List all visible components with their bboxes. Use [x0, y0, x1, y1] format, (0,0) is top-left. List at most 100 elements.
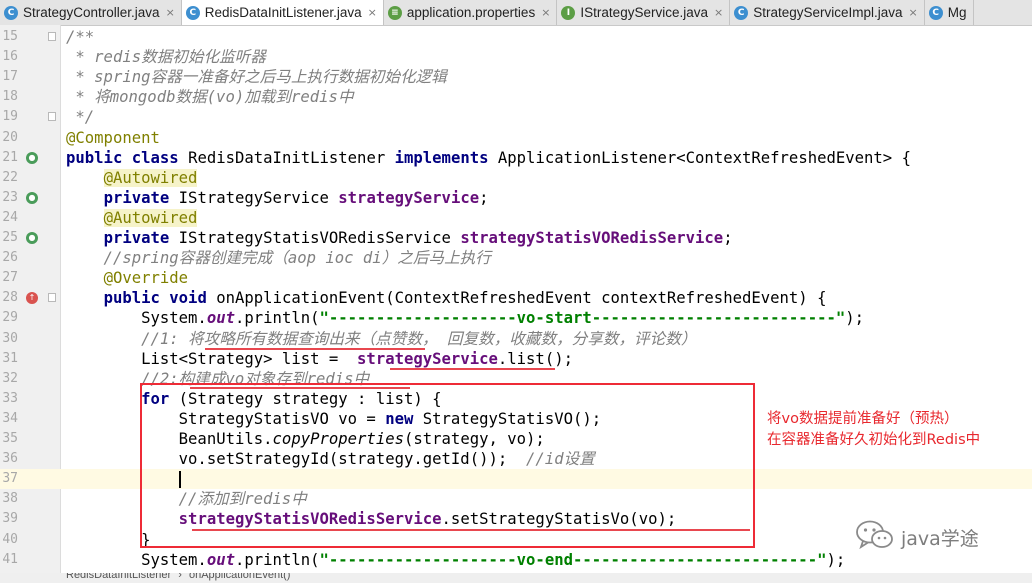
class-c-icon: C — [4, 5, 18, 20]
fold-toggle-icon[interactable] — [48, 293, 56, 303]
tab-3[interactable]: I IStrategyService.java × — [557, 0, 731, 25]
underline-service-call — [390, 368, 555, 370]
close-icon[interactable]: × — [541, 6, 550, 19]
line-number: 25 — [2, 230, 18, 245]
code-text: //1: 将攻略所有数据查询出来（点赞数， 回复数，收藏数，分享数，评论数） — [66, 329, 696, 349]
fold-toggle-icon[interactable] — [48, 112, 56, 122]
tab-0[interactable]: C StrategyController.java × — [0, 0, 182, 25]
spring-bean-icon[interactable]: ● — [26, 151, 38, 164]
code-token: RedisDataInitListener — [188, 148, 395, 167]
code-text: System.out.println("--------------------… — [66, 550, 845, 570]
code-text: List<Strategy> list = strategyService.li… — [66, 349, 573, 369]
close-icon[interactable]: × — [714, 6, 723, 19]
code-line[interactable]: 29 System.out.println("-----------------… — [0, 308, 1032, 328]
code-token: */ — [66, 108, 95, 127]
code-token: ApplicationListener<ContextRefreshedEven… — [497, 148, 911, 167]
code-token: @Autowired — [103, 168, 198, 187]
tab-label: Mg — [947, 5, 967, 20]
code-line[interactable]: 18 * 将mongodb数据(vo)加载到redis中 — [0, 87, 1032, 107]
line-number: 16 — [2, 49, 18, 65]
line-number: 27 — [2, 270, 18, 286]
line-number: 30 — [2, 330, 18, 346]
code-text: //spring容器创建完成（aop ioc di）之后马上执行 — [66, 248, 491, 268]
code-token: implements — [394, 148, 498, 167]
editor-tab-bar: C StrategyController.java × C RedisDataInitL… — [0, 0, 1032, 26]
code-line[interactable]: 19 */ — [0, 107, 1032, 127]
code-token: .list(); — [497, 349, 573, 368]
code-line[interactable]: 21 ● public class RedisDataInitListener im… — [0, 148, 1032, 168]
breadcrumb-method[interactable]: onApplicationEvent() — [189, 573, 291, 581]
code-token: /** — [66, 28, 95, 46]
code-token: @Component — [66, 128, 160, 147]
code-token: "--------------------vo-start-----------… — [319, 309, 846, 328]
line-number: 34 — [2, 410, 18, 426]
code-token: IStrategyService — [178, 188, 339, 207]
code-token: "--------------------vo-end-------------… — [319, 550, 827, 569]
code-text: @Autowired — [66, 208, 198, 228]
code-text: public class RedisDataInitListener imple… — [66, 148, 911, 168]
code-token: //1: 将攻略所有数据查询出来（点赞数， 回复数，收藏数，分享数，评论数） — [66, 329, 697, 348]
watermark: java学途 — [855, 519, 979, 555]
properties-file-icon: ≡ — [387, 5, 402, 20]
line-number: 15 — [2, 29, 18, 44]
code-line[interactable]: 28 ↑ public void onApplicationEvent(Conte… — [0, 288, 1032, 308]
code-line[interactable]: 20 @Component — [0, 128, 1032, 148]
code-token: ; — [723, 229, 733, 247]
breadcrumb-class[interactable]: RedisDataInitListener — [66, 573, 171, 581]
close-icon[interactable]: × — [909, 6, 918, 19]
tab-label: StrategyServiceImpl.java — [753, 5, 903, 20]
close-icon[interactable]: × — [166, 6, 175, 19]
code-token: List<Strategy> list = — [66, 349, 348, 368]
code-line[interactable]: 16 * redis数据初始化监听器 — [0, 47, 1032, 67]
tab-2[interactable]: ≡ application.properties × — [384, 0, 558, 25]
line-number: 28 — [2, 290, 18, 306]
close-icon[interactable]: × — [368, 6, 377, 19]
line-number: 41 — [2, 551, 18, 567]
line-number: 31 — [2, 350, 18, 366]
code-token: out — [206, 550, 235, 569]
code-line[interactable]: 30 //1: 将攻略所有数据查询出来（点赞数， 回复数，收藏数，分享数，评论数… — [0, 329, 1032, 349]
code-line[interactable]: 25 ● private IStrategyStatisVORedisServic… — [0, 228, 1032, 248]
code-token: .println( — [235, 550, 320, 569]
code-line[interactable]: 23 ● private IStrategyService strategySer… — [0, 188, 1032, 208]
code-line[interactable]: 26 //spring容器创建完成（aop ioc di）之后马上执行 — [0, 248, 1032, 268]
code-token: public class — [66, 148, 189, 167]
breadcrumb: RedisDataInitListener › onApplicationEve… — [0, 573, 1032, 583]
highlight-box — [140, 383, 755, 548]
code-line[interactable]: 24 @Autowired — [0, 208, 1032, 228]
override-method-icon[interactable]: ↑ — [26, 292, 38, 305]
code-token: * redis数据初始化监听器 — [66, 48, 266, 67]
code-token: ); — [826, 550, 846, 569]
line-number: 24 — [2, 209, 18, 225]
code-text: } — [66, 530, 150, 550]
code-text: private IStrategyStatisVORedisService st… — [66, 228, 733, 248]
tab-1[interactable]: C RedisDataInitListener.java × — [181, 0, 384, 25]
code-token: System. — [66, 550, 207, 569]
code-text: @Override — [66, 268, 189, 288]
line-number: 32 — [2, 370, 18, 386]
autowired-bean-icon[interactable]: ● — [26, 191, 38, 204]
line-number: 35 — [2, 431, 18, 446]
wechat-icon — [855, 519, 895, 555]
code-token: ); — [845, 309, 865, 328]
code-text: System.out.println("--------------------… — [66, 308, 864, 328]
code-text: public void onApplicationEvent(ContextRe… — [66, 288, 827, 308]
code-line[interactable]: 15 /** — [0, 27, 1032, 47]
tab-5[interactable]: C Mg — [925, 0, 974, 25]
code-text: * 将mongodb数据(vo)加载到redis中 — [66, 87, 353, 107]
line-number: 33 — [2, 390, 18, 406]
code-line[interactable]: 22 @Autowired — [0, 168, 1032, 188]
code-line[interactable]: 27 @Override — [0, 268, 1032, 288]
code-line[interactable]: 17 * spring容器一准备好之后马上执行数据初始化逻辑 — [0, 67, 1032, 87]
autowired-bean-icon[interactable]: ● — [26, 232, 38, 244]
fold-toggle-icon[interactable] — [48, 32, 56, 41]
tab-4[interactable]: C StrategyServiceImpl.java × — [730, 0, 925, 25]
annotation-line-2: 在容器准备好久初始化到Redis中 — [767, 432, 981, 448]
code-line[interactable]: 31 List<Strategy> list = strategyService… — [0, 349, 1032, 369]
code-text: private IStrategyService strategyService… — [66, 188, 489, 208]
code-token: @Autowired — [103, 208, 198, 227]
